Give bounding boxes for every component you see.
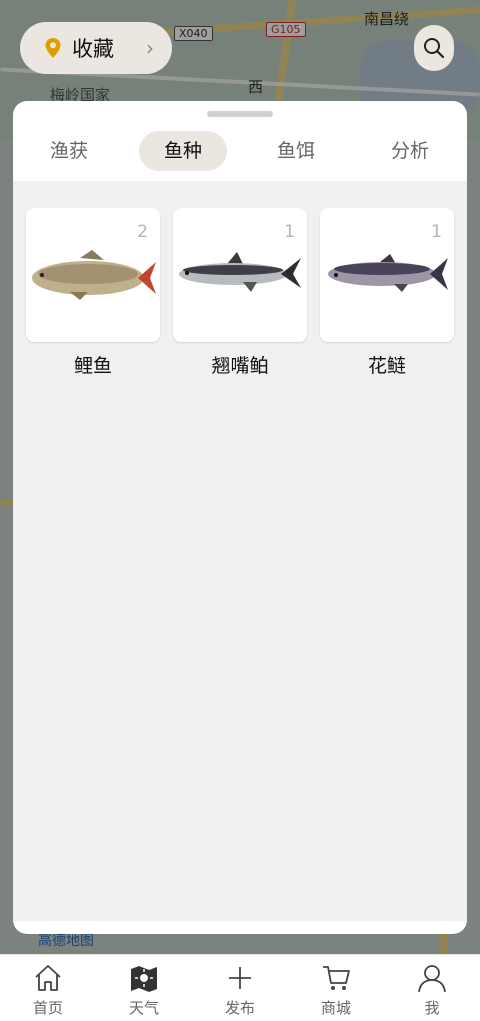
topmouth-culter-image [179,252,301,292]
nav-label: 天气 [128,999,159,1017]
nav-me[interactable]: 我 [384,955,480,1021]
species-grid: 2 鲤鱼 1 翘嘴鲌 1 花鲢 [13,181,467,921]
drag-handle[interactable] [207,111,273,117]
bighead-carp-image [328,254,448,292]
tab-bait[interactable]: 鱼饵 [259,131,333,171]
chevron-right-icon: › [146,36,154,60]
fish-name: 花鲢 [367,355,406,377]
home-icon [35,965,61,991]
nav-label: 我 [424,999,440,1017]
nav-label: 商城 [320,999,351,1017]
favorites-button[interactable]: 收藏 › [20,22,172,74]
nav-shop[interactable]: 商城 [288,955,384,1021]
user-icon [418,965,446,993]
catch-count: 1 [284,222,295,242]
nav-label: 首页 [32,999,63,1017]
weather-icon [131,966,157,992]
nav-label: 发布 [224,999,255,1017]
search-button[interactable] [414,25,454,71]
bottom-nav: 首页 天气 发布 商城 我 [0,954,480,1021]
catch-count: 2 [137,222,148,242]
tab-catch[interactable]: 渔获 [33,131,105,171]
fish-name: 翘嘴鲌 [211,355,269,377]
nav-publish[interactable]: 发布 [192,955,288,1021]
fish-name: 鲤鱼 [73,355,112,377]
tab-bar: 渔获 鱼种 鱼饵 分析 [13,131,467,181]
fish-card-topmouth-culter[interactable]: 1 [173,208,307,342]
catch-count: 1 [431,222,442,242]
tab-species[interactable]: 鱼种 [139,131,227,171]
search-icon [424,38,445,59]
nav-weather[interactable]: 天气 [96,955,192,1021]
carp-image [32,250,156,300]
nav-home[interactable]: 首页 [0,955,96,1021]
plus-icon [229,967,251,989]
fish-card-bighead-carp[interactable]: 1 [320,208,454,342]
tab-analysis[interactable]: 分析 [373,131,447,171]
favorites-label: 收藏 [72,37,114,61]
location-pin-icon [45,38,61,58]
bottom-sheet: 渔获 鱼种 鱼饵 分析 2 鲤鱼 1 翘嘴鲌 1 花鲢 [13,101,467,934]
fish-card-carp[interactable]: 2 [26,208,160,342]
cart-icon [323,966,350,990]
